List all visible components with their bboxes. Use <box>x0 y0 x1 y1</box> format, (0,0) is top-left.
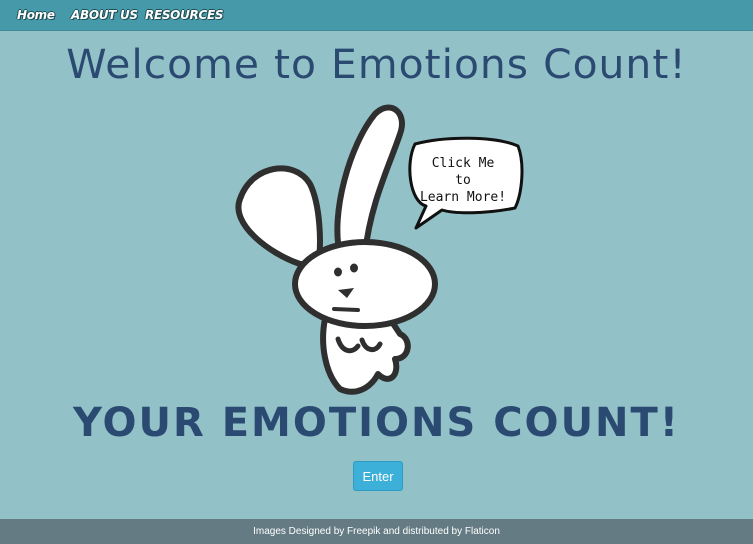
page-title: Welcome to Emotions Count! <box>66 42 687 88</box>
bunny-body <box>320 316 411 395</box>
nav-home-link[interactable]: Home <box>17 8 55 22</box>
bunny-right-eye <box>350 263 358 273</box>
tagline: YOUR EMOTIONS COUNT! <box>72 400 681 446</box>
nav-about-link[interactable]: ABOUT US <box>71 8 138 22</box>
bunny-left-ear <box>235 165 323 267</box>
bunny-mouth <box>332 307 360 312</box>
top-navbar: Home ABOUT US RESOURCES <box>0 0 753 31</box>
bunny-head <box>292 239 438 329</box>
footer: Images Designed by Freepik and distribut… <box>0 519 753 544</box>
enter-button[interactable]: Enter <box>353 461 403 491</box>
bunny-right-ear <box>334 104 405 257</box>
footer-credit: Images Designed by Freepik and distribut… <box>253 526 500 537</box>
bunny-left-eye <box>334 267 342 277</box>
nav-resources-link[interactable]: RESOURCES <box>145 8 224 22</box>
learn-more-bubble[interactable] <box>404 140 520 216</box>
